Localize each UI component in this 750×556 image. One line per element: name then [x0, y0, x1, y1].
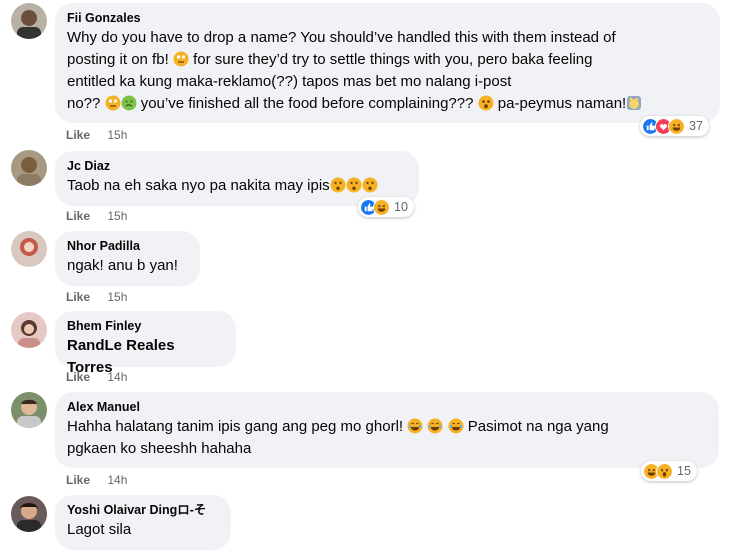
joy-emoji-icon	[407, 418, 423, 434]
comment-text: Why do you have to drop a name? You shou…	[67, 27, 708, 115]
avatar[interactable]	[11, 3, 47, 39]
reaction-summary[interactable]: 15	[641, 461, 697, 481]
commenter-name[interactable]: Nhor Padilla	[67, 238, 188, 254]
avatar[interactable]	[11, 312, 47, 348]
comment-meta: Like 14h	[66, 472, 127, 488]
joy-emoji-icon	[427, 418, 443, 434]
avatar[interactable]	[11, 150, 47, 186]
wow-icon	[656, 462, 673, 480]
comment-text: Hahha halatang tanim ipis gang ang peg m…	[67, 418, 609, 457]
timestamp[interactable]: 15h	[107, 128, 127, 142]
dizzy-face-emoji-icon	[330, 177, 346, 193]
comment-bubble: Fii Gonzales Why do you have to drop a n…	[55, 3, 720, 123]
astonished-emoji-icon	[478, 95, 494, 111]
eye-roll-emoji-icon	[173, 51, 189, 67]
dizzy-face-emoji-icon	[346, 177, 362, 193]
comment-bubble: Nhor Padilla ngak! anu b yan!	[55, 231, 200, 286]
commenter-name[interactable]: Alex Manuel	[67, 399, 707, 415]
avatar[interactable]	[11, 392, 47, 428]
reaction-count: 15	[677, 464, 691, 478]
reaction-count: 10	[394, 200, 408, 214]
reaction-count: 37	[689, 119, 703, 133]
commenter-name[interactable]: Bhem Finley	[67, 318, 224, 334]
comment-bubble: Bhem Finley RandLe Reales Torres	[55, 311, 236, 376]
avatar[interactable]	[11, 496, 47, 532]
like-link[interactable]: Like	[66, 370, 90, 384]
timestamp[interactable]: 14h	[107, 370, 127, 384]
like-link[interactable]: Like	[66, 209, 90, 223]
commenter-name[interactable]: Yoshi Olaivar Dingロ-そ	[67, 502, 219, 518]
timestamp[interactable]: 15h	[107, 290, 127, 304]
comment-meta: Like 15h	[66, 289, 127, 305]
comment-meta: Like 14h	[66, 369, 127, 385]
comment-text: Taob na eh saka nyo pa nakita may ipis	[67, 175, 407, 197]
reaction-summary[interactable]: 37	[640, 116, 709, 136]
timestamp[interactable]: 15h	[107, 209, 127, 223]
comment-text: ngak! anu b yan!	[67, 257, 178, 274]
commenter-name[interactable]: Jc Diaz	[67, 158, 407, 174]
like-link[interactable]: Like	[66, 128, 90, 142]
joy-emoji-icon	[448, 418, 464, 434]
comment-bubble: Yoshi Olaivar Dingロ-そ Lagot sila	[55, 495, 231, 550]
comment-meta: Like 15h	[66, 208, 127, 224]
cat-face-emoji-icon	[627, 96, 642, 110]
comment-bubble: Alex Manuel Hahha halatang tanim ipis ga…	[55, 392, 719, 468]
eye-roll-emoji-icon	[105, 95, 121, 111]
reaction-summary[interactable]: 10	[358, 197, 414, 217]
haha-icon	[373, 198, 390, 216]
nauseated-emoji-icon	[121, 95, 137, 111]
timestamp[interactable]: 14h	[107, 473, 127, 487]
comment-text: Lagot sila	[67, 521, 132, 538]
haha-icon	[668, 117, 685, 135]
dizzy-face-emoji-icon	[362, 177, 378, 193]
comment-meta: Like 15h	[66, 127, 127, 143]
like-link[interactable]: Like	[66, 290, 90, 304]
like-link[interactable]: Like	[66, 473, 90, 487]
avatar[interactable]	[11, 231, 47, 267]
commenter-name[interactable]: Fii Gonzales	[67, 10, 708, 26]
